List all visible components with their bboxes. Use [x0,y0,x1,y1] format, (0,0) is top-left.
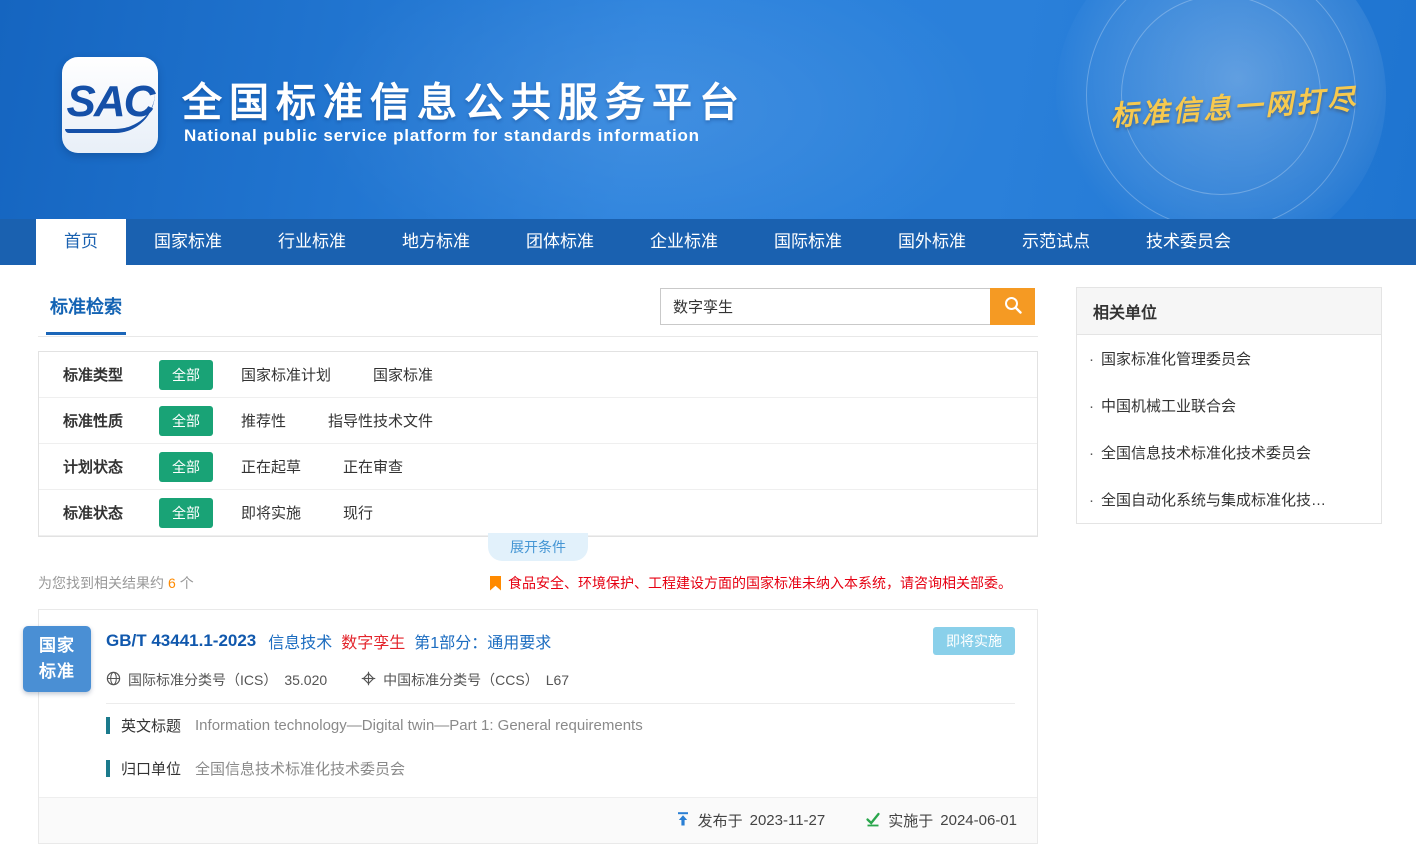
classification-row: 国际标准分类号（ICS） 35.020 中国标准分类号（CCS） L67 [106,655,1015,704]
implementation-label: 实施于 [888,810,933,831]
nav-item-local-standards[interactable]: 地方标准 [374,219,498,265]
status-badge: 即将实施 [933,627,1015,655]
filter-all-button[interactable]: 全部 [159,406,213,436]
results-count-number: 6 [168,575,176,591]
publish-icon [675,811,691,831]
nav-item-national-standards[interactable]: 国家标准 [126,219,250,265]
page: SAC 全国标准信息公共服务平台 National public service… [0,0,1416,845]
filter-all-button[interactable]: 全部 [159,360,213,390]
filter-option[interactable]: 即将实施 [241,502,301,523]
implementation-date: 2024-06-01 [940,812,1017,829]
ccs-value: L67 [546,672,569,688]
implementation-date-group: 实施于 2024-06-01 [865,810,1017,831]
site-header: SAC 全国标准信息公共服务平台 National public service… [0,0,1416,219]
filter-all-button[interactable]: 全部 [159,498,213,528]
filter-row-standard-nature: 标准性质 全部 推荐性 指导性技术文件 [39,398,1037,444]
filter-option[interactable]: 现行 [343,502,373,523]
nav-item-international-standards[interactable]: 国际标准 [746,219,870,265]
filter-row-standard-type: 标准类型 全部 国家标准计划 国家标准 [39,352,1037,398]
exclusion-notice: 食品安全、环境保护、工程建设方面的国家标准未纳入本系统，请咨询相关部委。 [490,573,1012,593]
ics-value: 35.020 [284,672,327,688]
filter-all-button[interactable]: 全部 [159,452,213,482]
department-row: 归口单位 全国信息技术标准化技术委员会 [106,747,1015,790]
results-meta: 为您找到相关结果约6个 食品安全、环境保护、工程建设方面的国家标准未纳入本系统，… [38,573,1038,593]
english-title-label: 英文标题 [121,715,181,736]
publish-label: 发布于 [698,810,743,831]
site-subtitle: National public service platform for sta… [184,126,700,146]
related-organizations-panel: 相关单位 国家标准化管理委员会 中国机械工业联合会 全国信息技术标准化技术委员会… [1076,287,1382,524]
sidebar-title: 相关单位 [1077,288,1381,335]
nav-item-foreign-standards[interactable]: 国外标准 [870,219,994,265]
nav-item-enterprise-standards[interactable]: 企业标准 [622,219,746,265]
department-value: 全国信息技术标准化技术委员会 [195,758,405,779]
nav-item-industry-standards[interactable]: 行业标准 [250,219,374,265]
english-title-value: Information technology—Digital twin—Part… [195,717,643,734]
filter-option[interactable]: 国家标准计划 [241,364,331,385]
filter-option[interactable]: 正在起草 [241,456,301,477]
filter-row-plan-status: 计划状态 全部 正在起草 正在审查 [39,444,1037,490]
nav-item-home[interactable]: 首页 [36,219,126,265]
card-footer: 发布于 2023-11-27 实施于 2024-06-01 [39,797,1037,843]
ics-group: 国际标准分类号（ICS） 35.020 [106,670,327,690]
filter-option[interactable]: 正在审查 [343,456,403,477]
sidebar-item-automation-systems-committee[interactable]: 全国自动化系统与集成标准化技… [1077,476,1381,523]
standard-title-segment[interactable]: 第1部分：通用要求 [414,629,551,653]
expand-conditions-button[interactable]: 展开条件 [488,533,588,561]
nav-item-pilot[interactable]: 示范试点 [994,219,1118,265]
sidebar-item-machinery-federation[interactable]: 中国机械工业联合会 [1077,382,1381,429]
filter-label: 标准类型 [63,364,159,385]
nav-item-technical-committee[interactable]: 技术委员会 [1118,219,1259,265]
standard-title-segment[interactable]: 信息技术 [268,629,332,653]
bookmark-icon [490,576,501,591]
standard-title-highlight[interactable]: 数字孪生 [341,629,405,653]
english-title-row: 英文标题 Information technology—Digital twin… [106,704,1015,747]
filter-option[interactable]: 推荐性 [241,410,286,431]
filter-panel: 标准类型 全部 国家标准计划 国家标准 标准性质 全部 推荐性 指导性技术文件 … [38,351,1038,537]
search-icon [1003,295,1023,318]
sidebar-item-sac[interactable]: 国家标准化管理委员会 [1077,335,1381,382]
card-body: GB/T 43441.1-2023 信息技术 数字孪生 第1部分：通用要求 即将… [39,610,1037,790]
publish-date-group: 发布于 2023-11-27 [675,810,826,831]
filter-option[interactable]: 国家标准 [373,364,433,385]
main-nav: 首页 国家标准 行业标准 地方标准 团体标准 企业标准 国际标准 国外标准 示范… [0,219,1416,265]
filter-label: 标准性质 [63,410,159,431]
ccs-label: 中国标准分类号（CCS） [383,670,539,690]
search-box [660,288,1035,325]
globe-icon [106,671,121,689]
filter-option[interactable]: 指导性技术文件 [328,410,433,431]
compass-icon [361,671,376,689]
tab-standard-search[interactable]: 标准检索 [46,287,126,335]
ics-label: 国际标准分类号（ICS） [128,670,277,690]
card-title-row: GB/T 43441.1-2023 信息技术 数字孪生 第1部分：通用要求 即将… [106,610,1015,655]
teal-bar-decoration [106,717,110,734]
sac-logo-text: SAC [65,77,156,133]
filter-label: 标准状态 [63,502,159,523]
national-standard-badge: 国家 标准 [23,626,91,692]
ccs-group: 中国标准分类号（CCS） L67 [361,670,569,690]
main-column: 标准检索 标准类型 全部 国家标准计划 国家标准 [38,287,1038,844]
search-input[interactable] [660,288,990,325]
search-button[interactable] [990,288,1035,325]
filter-label: 计划状态 [63,456,159,477]
site-title: 全国标准信息公共服务平台 [182,70,746,128]
department-label: 归口单位 [121,758,181,779]
standard-result-card: 国家 标准 GB/T 43441.1-2023 信息技术 数字孪生 第1部分：通… [38,609,1038,844]
teal-bar-decoration [106,760,110,777]
nav-item-group-standards[interactable]: 团体标准 [498,219,622,265]
results-count: 为您找到相关结果约6个 [38,573,194,593]
sidebar-item-it-standardization-committee[interactable]: 全国信息技术标准化技术委员会 [1077,429,1381,476]
search-bar: 标准检索 [38,287,1038,337]
check-icon [865,811,881,831]
standard-code-link[interactable]: GB/T 43441.1-2023 [106,631,256,651]
filter-row-standard-status: 标准状态 全部 即将实施 现行 [39,490,1037,536]
sac-logo[interactable]: SAC [62,57,158,153]
publish-date: 2023-11-27 [750,812,826,829]
